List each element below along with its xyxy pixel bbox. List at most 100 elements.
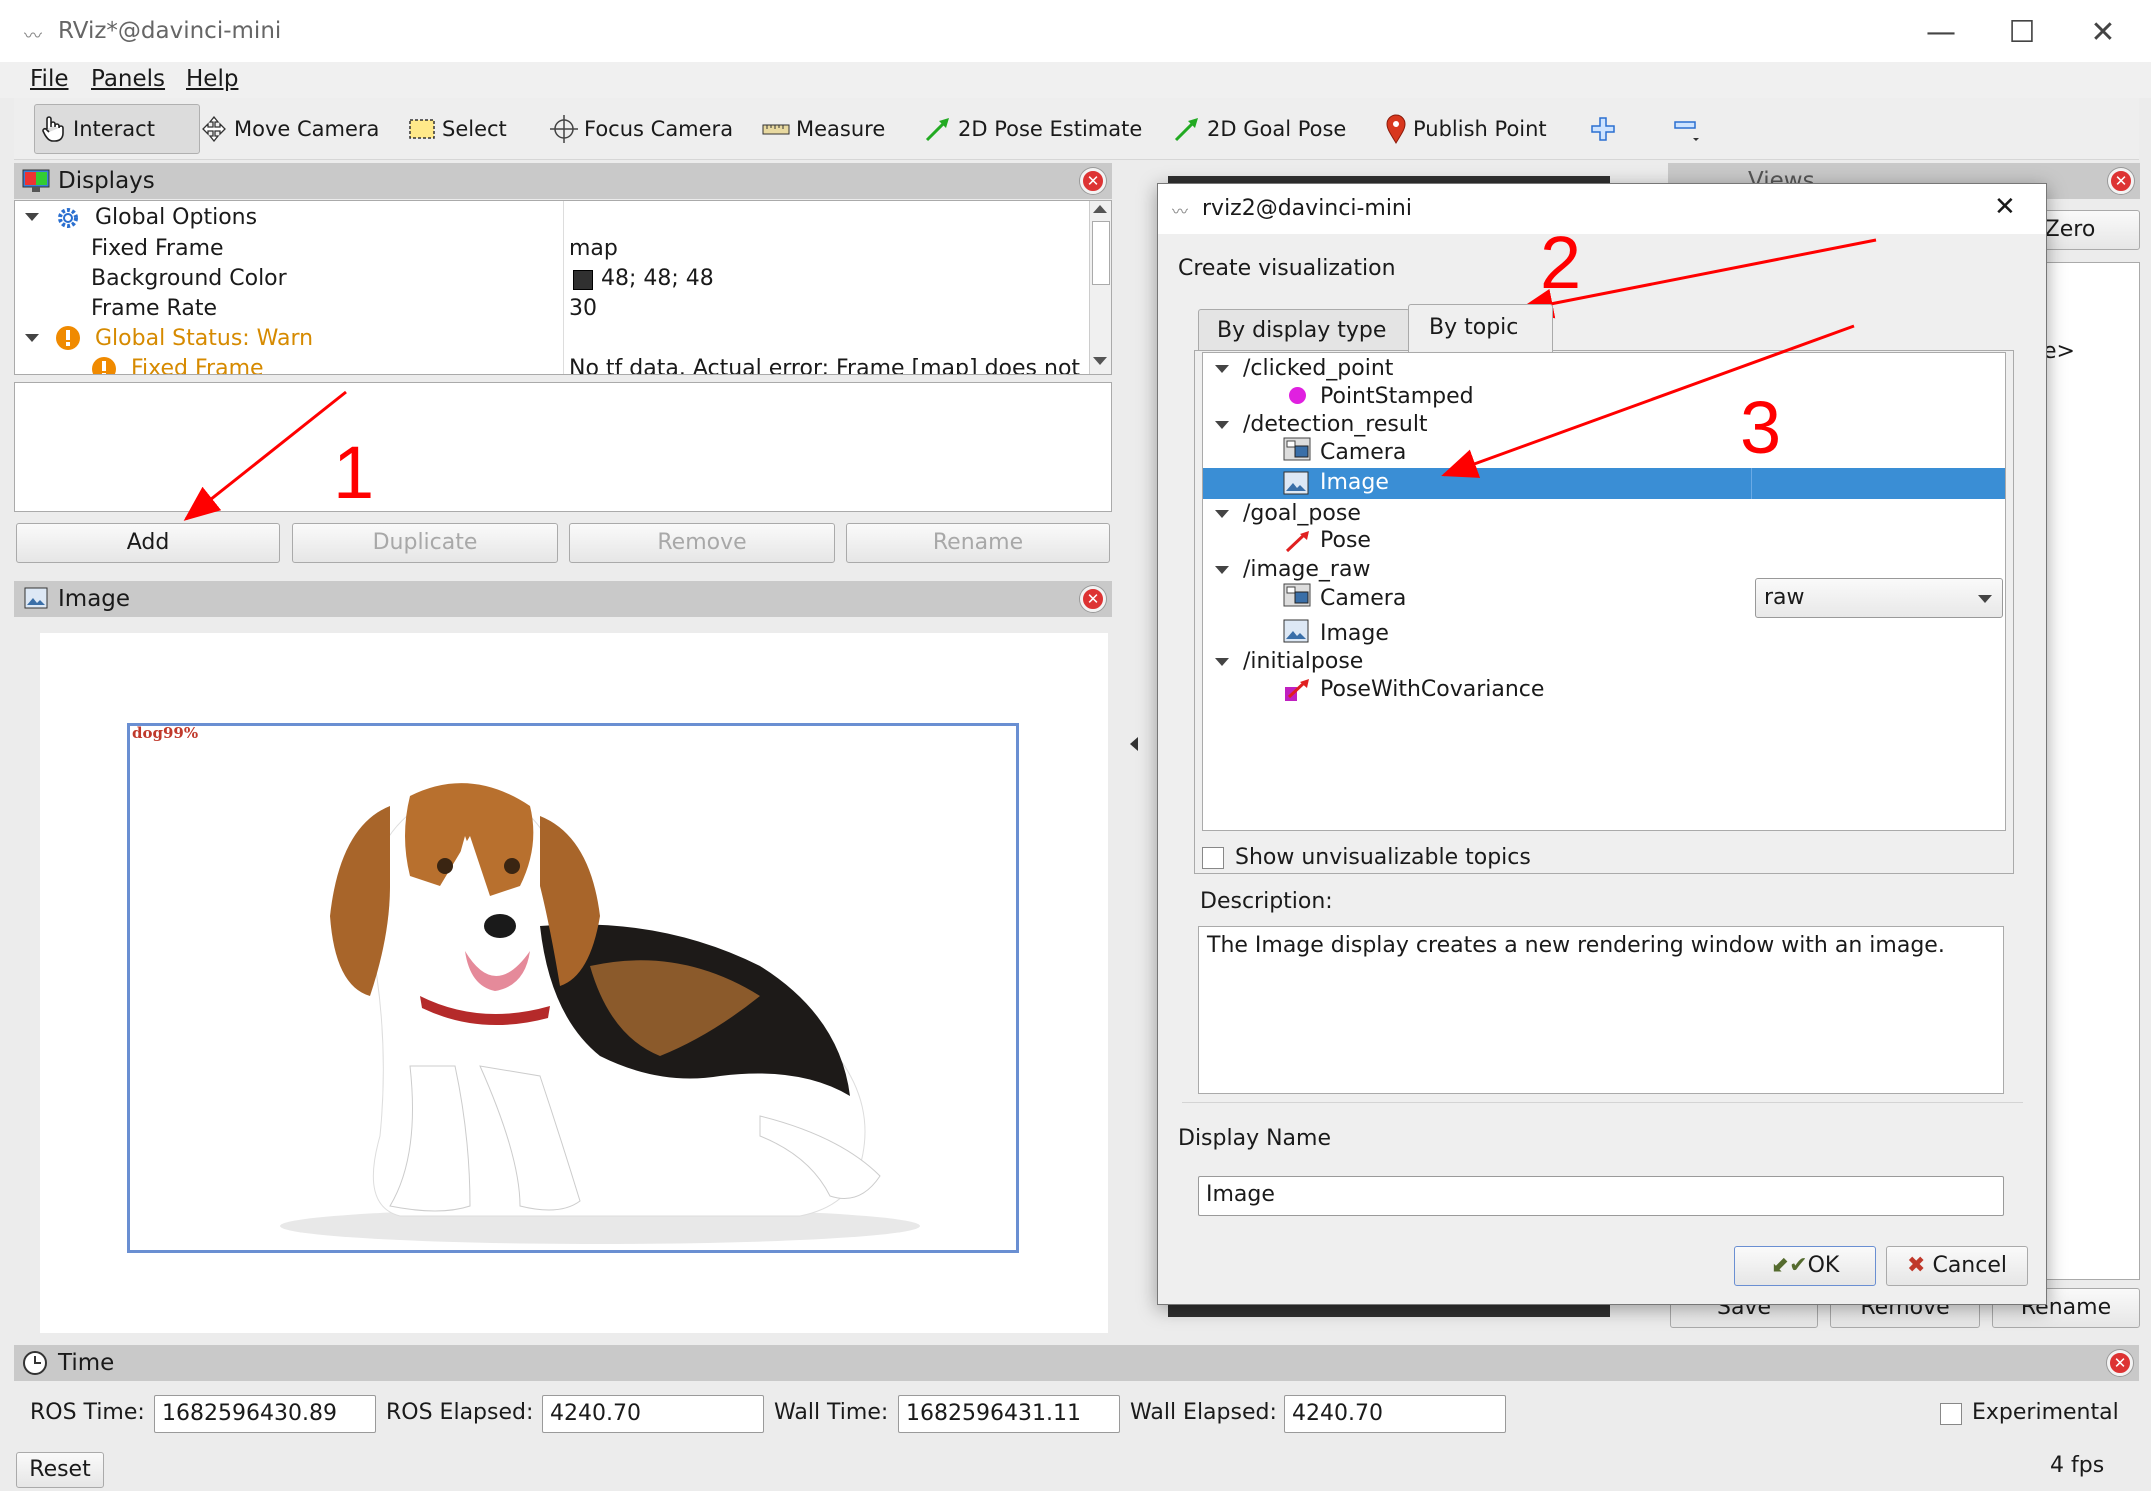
tab-by-topic[interactable]: By topic (1408, 304, 1553, 352)
ok-button[interactable]: ⬋✔OK (1734, 1246, 1876, 1286)
topic-detection-result[interactable]: /detection_result (1243, 412, 1428, 437)
close-image-panel-button[interactable]: ✕ (1080, 586, 1106, 612)
hand-pointer-icon (42, 116, 64, 142)
experimental-label: Experimental (1972, 1400, 2119, 1425)
frame-rate-label: Frame Rate (91, 296, 217, 321)
background-color-swatch[interactable] (573, 270, 593, 290)
move-camera-tool-button[interactable]: Move Camera (194, 104, 385, 154)
wall-elapsed-field[interactable]: 4240.70 (1284, 1395, 1506, 1433)
topic-item-camera-detection[interactable]: Camera (1320, 440, 1406, 465)
background-color-value[interactable]: 48; 48; 48 (601, 266, 714, 291)
ros-time-label: ROS Time: (30, 1400, 145, 1425)
tab-by-topic-label: By topic (1429, 315, 1519, 340)
fixed-frame-label: Fixed Frame (91, 236, 224, 261)
close-displays-panel-button[interactable]: ✕ (1080, 168, 1106, 194)
add-display-button[interactable]: Add (16, 523, 280, 563)
fixed-frame-value[interactable]: map (569, 236, 618, 261)
topic-clicked-point[interactable]: /clicked_point (1243, 356, 1393, 381)
green-arrow-icon (925, 118, 949, 142)
topic-item-camera-raw[interactable]: Camera (1320, 586, 1406, 611)
displays-tree: Global Options Fixed Frame map Backgroun… (14, 200, 1112, 375)
background-color-label: Background Color (91, 266, 287, 291)
2d-goal-pose-tool-button[interactable]: 2D Goal Pose (1167, 104, 1352, 154)
annotation-number-two: 2 (1540, 221, 1582, 304)
display-name-label: Display Name (1178, 1126, 1331, 1151)
window-title: RViz*@davinci-mini (58, 18, 282, 44)
frame-rate-value[interactable]: 30 (569, 296, 597, 321)
close-time-panel-button[interactable]: ✕ (2107, 1350, 2133, 1376)
title-bar: 〰 RViz*@davinci-mini — ☐ ✕ (0, 0, 2151, 62)
focus-camera-tool-button[interactable]: Focus Camera (544, 104, 739, 154)
close-window-button[interactable]: ✕ (2068, 8, 2138, 58)
display-name-field[interactable]: Image (1198, 1176, 2004, 1216)
reset-button[interactable]: Reset (16, 1452, 104, 1488)
topic-initialpose[interactable]: /initialpose (1243, 649, 1363, 674)
dialog-title: rviz2@davinci-mini (1202, 196, 1412, 221)
fps-readout: 4 fps (2050, 1453, 2105, 1478)
add-tool-button[interactable] (1584, 104, 1622, 154)
menu-panels[interactable]: Panels (91, 66, 165, 92)
global-status-item[interactable]: Global Status: Warn (95, 326, 313, 351)
minimize-button[interactable]: — (1906, 8, 1976, 58)
point-icon (1289, 387, 1306, 404)
topic-item-pointstamped[interactable]: PointStamped (1320, 384, 1474, 409)
ros-elapsed-label: ROS Elapsed: (386, 1400, 534, 1425)
tab-by-display-type-label: By display type (1217, 318, 1387, 343)
2d-pose-estimate-tool-button[interactable]: 2D Pose Estimate (918, 104, 1148, 154)
experimental-checkbox[interactable] (1940, 1403, 1962, 1425)
time-panel-header: Time ✕ (14, 1345, 2139, 1381)
rename-display-button[interactable]: Rename (846, 523, 1110, 563)
selected-row-image[interactable]: Image (1203, 468, 2005, 499)
tab-by-display-type[interactable]: By display type (1198, 309, 1410, 351)
remove-display-button[interactable]: Remove (569, 523, 835, 563)
ok-label: OK (1807, 1253, 1840, 1278)
wall-time-field[interactable]: 1682596431.11 (898, 1395, 1120, 1433)
cancel-button[interactable]: ✖ Cancel (1886, 1246, 2028, 1286)
menu-help[interactable]: Help (186, 66, 238, 92)
cancel-x-icon: ✖ (1907, 1253, 1926, 1278)
image-icon (24, 587, 48, 609)
displays-panel-title: Displays (58, 168, 155, 194)
warning-icon (92, 357, 116, 374)
topic-item-image-detection: Image (1320, 470, 1389, 495)
wall-elapsed-label: Wall Elapsed: (1130, 1400, 1277, 1425)
crosshair-icon (550, 115, 578, 143)
monitor-icon (22, 169, 50, 192)
toolbar: Interact Move Camera Select Focus Camera… (14, 98, 2139, 160)
menu-file[interactable]: File (30, 66, 69, 92)
fixed-frame-status-item[interactable]: Fixed Frame (131, 356, 264, 374)
ruler-icon (762, 124, 790, 135)
topic-item-image-raw[interactable]: Image (1320, 621, 1389, 646)
publish-point-tool-button[interactable]: Publish Point (1379, 104, 1553, 154)
select-tool-button[interactable]: Select (402, 104, 513, 154)
add-display-dialog: 〰 rviz2@davinci-mini ✕ Create visualizat… (1157, 183, 2047, 1305)
map-pin-icon (1386, 114, 1406, 144)
interact-tool-button[interactable]: Interact (34, 104, 200, 154)
topic-image-raw[interactable]: /image_raw (1243, 557, 1370, 582)
collapse-left-handle[interactable] (1130, 737, 1138, 751)
camera-transport-select[interactable]: raw (1755, 578, 2003, 618)
remove-tool-button[interactable] (1666, 104, 1708, 154)
show-unvisualizable-checkbox[interactable] (1202, 847, 1224, 869)
views-item[interactable]: e> (2043, 339, 2075, 364)
show-unvisualizable-label: Show unvisualizable topics (1235, 845, 1531, 870)
close-views-panel-button[interactable]: ✕ (2108, 168, 2134, 194)
displays-scrollbar[interactable] (1089, 201, 1111, 374)
ros-elapsed-field[interactable]: 4240.70 (542, 1395, 764, 1433)
ros-time-field[interactable]: 1682596430.89 (154, 1395, 376, 1433)
maximize-button[interactable]: ☐ (1987, 8, 2057, 58)
wall-time-label: Wall Time: (774, 1400, 889, 1425)
topic-goal-pose[interactable]: /goal_pose (1243, 501, 1361, 526)
move-camera-label: Move Camera (234, 117, 380, 141)
topic-item-pose[interactable]: Pose (1320, 528, 1371, 553)
warning-icon (56, 326, 80, 350)
column-divider (563, 201, 564, 374)
duplicate-display-button[interactable]: Duplicate (292, 523, 558, 563)
measure-tool-button[interactable]: Measure (756, 104, 891, 154)
close-dialog-button[interactable]: ✕ (1994, 192, 2016, 222)
global-options-item[interactable]: Global Options (95, 205, 257, 230)
topic-tree: /clicked_point PointStamped /detection_r… (1202, 352, 2006, 831)
render-view-bottom (1168, 1305, 1610, 1317)
topic-item-posewithcovariance[interactable]: PoseWithCovariance (1320, 677, 1544, 702)
description-label: Description: (1200, 889, 1333, 914)
